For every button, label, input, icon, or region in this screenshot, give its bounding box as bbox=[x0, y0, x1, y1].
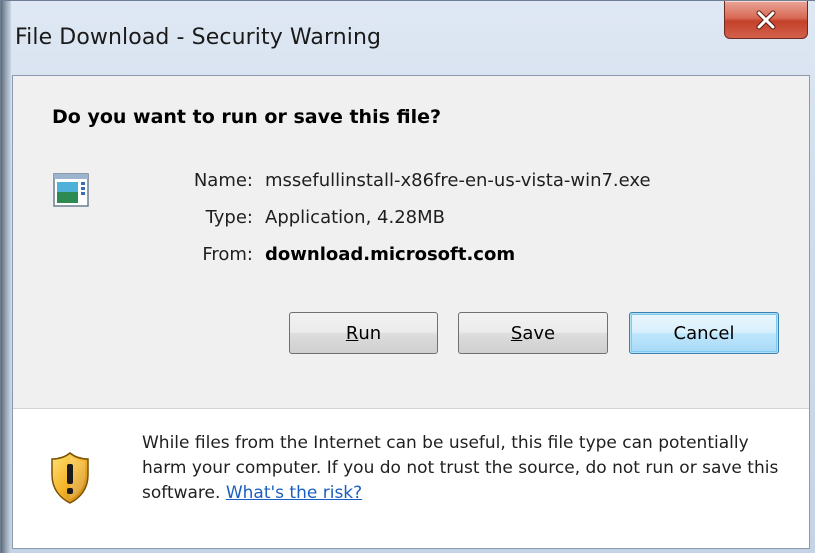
file-from-label: From: bbox=[202, 244, 253, 265]
window-edge-shadow bbox=[1, 1, 11, 553]
cancel-button[interactable]: Cancel bbox=[629, 312, 779, 354]
save-button-accelerator: S bbox=[510, 322, 523, 344]
dialog-client-area: Do you want to run or save this file? Na… bbox=[12, 75, 810, 549]
file-name-value: mssefullinstall-x86fre-en-us-vista-win7.… bbox=[265, 170, 651, 191]
save-button[interactable]: Save bbox=[458, 312, 608, 354]
run-button-accelerator: R bbox=[345, 322, 359, 344]
close-button[interactable] bbox=[724, 1, 808, 39]
warning-section: While files from the Internet can be use… bbox=[13, 409, 809, 548]
close-icon bbox=[756, 10, 776, 29]
security-shield-icon bbox=[51, 452, 89, 504]
save-button-label: ave bbox=[522, 322, 556, 344]
run-button-label: un bbox=[358, 322, 382, 344]
whats-the-risk-link[interactable]: What's the risk? bbox=[226, 483, 362, 503]
file-type-label: Type: bbox=[205, 207, 253, 228]
file-type-value: Application, 4.28MB bbox=[265, 207, 445, 228]
run-button[interactable]: Run bbox=[289, 312, 438, 354]
file-download-dialog: File Download - Security Warning Do you … bbox=[0, 0, 815, 553]
cancel-button-label: Cancel bbox=[673, 322, 735, 344]
warning-message: While files from the Internet can be use… bbox=[142, 431, 792, 506]
window-title: File Download - Security Warning bbox=[15, 25, 382, 50]
screen: File Download - Security Warning Do you … bbox=[0, 0, 815, 553]
file-from-value: download.microsoft.com bbox=[265, 244, 516, 265]
dialog-question: Do you want to run or save this file? bbox=[52, 106, 442, 128]
file-name-label: Name: bbox=[193, 170, 253, 191]
